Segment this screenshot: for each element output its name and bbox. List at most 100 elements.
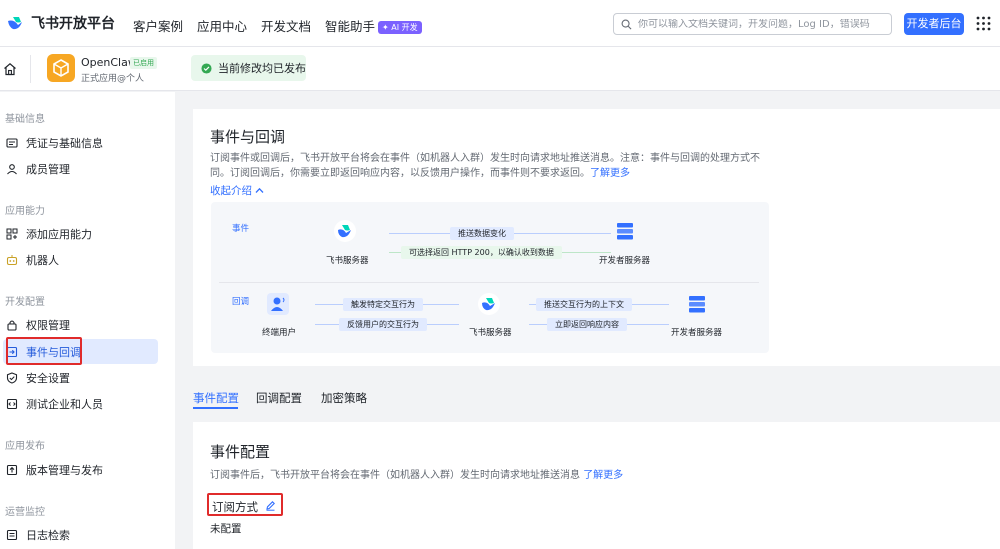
sidebar: 基础信息 凭证与基础信息 成员管理 应用能力 添加应用能力 机器人 开发配置 权…: [0, 92, 175, 549]
tab-event-config[interactable]: 事件配置: [193, 390, 239, 406]
feishu-logo-icon: [8, 17, 22, 30]
upload-icon: [6, 464, 18, 475]
nav-smart-assistant-label: 智能助手: [325, 19, 376, 34]
sidebar-item-label: 测试企业和人员: [26, 397, 103, 411]
sidebar-item-log-search[interactable]: 日志检索: [3, 522, 158, 547]
lock-icon: [7, 319, 17, 331]
trigger-action-label: 触发特定交互行为: [343, 298, 423, 311]
home-icon[interactable]: [3, 62, 17, 76]
app-type: 正式应用@个人: [81, 74, 145, 84]
event-config-description-text: 订阅事件后，飞书开放平台将会在事件（如机器人入群）发生时向请求地址推送消息: [210, 470, 580, 481]
description-line-1: 订阅事件或回调后，飞书开放平台将会在事件（如机器人入群）发生时向请求地址推送消息…: [210, 153, 760, 164]
section-title-release: 应用发布: [5, 441, 45, 452]
sidebar-item-label: 权限管理: [26, 318, 70, 332]
sidebar-item-label: 版本管理与发布: [26, 463, 103, 477]
subscription-status: 未配置: [210, 523, 242, 535]
publish-status-banner: 当前修改均已发布: [191, 55, 306, 81]
shield-icon: [6, 371, 18, 384]
push-data-change-label: 推送数据变化: [450, 227, 514, 240]
server-icon: [617, 223, 633, 240]
event-config-title: 事件配置: [210, 443, 271, 461]
sidebar-item-label: 成员管理: [26, 162, 70, 176]
feedback-action-label: 反馈用户的交互行为: [339, 318, 427, 331]
publish-status-text: 当前修改均已发布: [218, 62, 306, 75]
learn-more-link[interactable]: 了解更多: [583, 470, 623, 481]
push-context-label: 推送交互行为的上下文: [536, 298, 632, 311]
sidebar-item-label: 凭证与基础信息: [26, 136, 103, 150]
robot-icon: [6, 254, 18, 265]
tab-encryption-policy[interactable]: 加密策略: [321, 390, 367, 406]
collapse-intro-label: 收起介绍: [210, 185, 252, 197]
app-header: OpenClaw 已启用 正式应用@个人 当前修改均已发布: [0, 47, 1000, 91]
active-tab-indicator: [193, 407, 238, 409]
search-box[interactable]: [613, 13, 892, 35]
sidebar-item-security[interactable]: 安全设置: [3, 365, 158, 390]
apps-icon: [6, 228, 18, 239]
diagram-divider: [219, 282, 759, 283]
dev-server-label: 开发者服务器: [599, 256, 651, 266]
section-title-basic: 基础信息: [5, 114, 45, 125]
top-navigation-bar: 飞书开放平台 客户案例 应用中心 开发文档 智能助手✦ AI 开发 开发者后台: [0, 0, 1000, 47]
brand-name: 飞书开放平台: [31, 16, 115, 32]
learn-more-link[interactable]: 了解更多: [590, 168, 630, 179]
feishu-server-label: 飞书服务器: [469, 328, 512, 338]
section-title-dev-config: 开发配置: [5, 297, 45, 308]
feishu-server-label: 飞书服务器: [326, 256, 369, 266]
search-input[interactable]: [638, 18, 883, 30]
event-config-card: [193, 422, 1000, 549]
brand[interactable]: 飞书开放平台: [6, 13, 115, 33]
page-title: 事件与回调: [210, 128, 286, 146]
tab-callback-config[interactable]: 回调配置: [256, 390, 302, 406]
sidebar-item-test-users[interactable]: 测试企业和人员: [3, 391, 158, 416]
sidebar-item-version-release[interactable]: 版本管理与发布: [3, 457, 158, 482]
nav-customer-cases[interactable]: 客户案例: [133, 16, 183, 35]
page-description: 订阅事件或回调后，飞书开放平台将会在事件（如机器人入群）发生时向请求地址推送消息…: [210, 151, 770, 181]
sidebar-item-label: 日志检索: [26, 528, 70, 542]
event-callback-diagram: 事件 飞书服务器 推送数据变化 可选择返回 HTTP 200，以确认收到数据 开…: [211, 202, 769, 353]
sidebar-item-robot[interactable]: 机器人: [3, 247, 158, 272]
credentials-icon: [6, 137, 18, 148]
divider: [30, 55, 31, 83]
ai-badge: ✦ AI 开发: [378, 21, 422, 34]
dev-server-label: 开发者服务器: [671, 328, 723, 338]
check-circle-icon: [201, 62, 212, 74]
app-avatar: [47, 54, 75, 82]
sidebar-item-label: 安全设置: [26, 371, 70, 385]
diagram-callback-tag: 回调: [232, 297, 250, 307]
highlight-box-subscription-mode: [207, 493, 283, 516]
developer-console-button[interactable]: 开发者后台: [904, 13, 964, 35]
sidebar-item-add-capability[interactable]: 添加应用能力: [3, 221, 158, 246]
sidebar-item-members[interactable]: 成员管理: [3, 156, 158, 181]
config-tabs: 事件配置 回调配置 加密策略: [193, 378, 1000, 410]
app-name: OpenClaw: [81, 56, 137, 69]
feishu-logo-icon: [334, 220, 356, 242]
test-icon: [6, 398, 18, 409]
event-config-description: 订阅事件后，飞书开放平台将会在事件（如机器人入群）发生时向请求地址推送消息 了解…: [210, 466, 623, 481]
sidebar-item-label: 机器人: [26, 253, 59, 267]
server-icon: [689, 296, 705, 313]
section-title-monitoring: 运营监控: [5, 507, 45, 518]
description-line-2-text: 同。订阅回调后，你需要立即返回响应内容，以反馈用户操作，而事件则不要求返回。: [210, 168, 590, 179]
nav-smart-assistant[interactable]: 智能助手 ✦ AI 开发: [325, 16, 422, 35]
log-icon: [6, 529, 18, 540]
diagram-event-tag: 事件: [232, 224, 250, 234]
sidebar-item-label: 添加应用能力: [26, 227, 92, 241]
user-icon: [7, 163, 17, 174]
description-line-2: 同。订阅回调后，你需要立即返回响应内容，以反馈用户操作，而事件则不要求返回。了解…: [210, 166, 770, 181]
collapse-intro-toggle[interactable]: 收起介绍: [210, 183, 264, 198]
app-status-badge: 已启用: [130, 57, 157, 69]
optional-return-label: 可选择返回 HTTP 200，以确认收到数据: [401, 246, 562, 259]
sidebar-item-permissions[interactable]: 权限管理: [3, 312, 158, 337]
feishu-logo-icon: [478, 293, 500, 315]
highlight-box-events-sidebar: [6, 337, 82, 365]
nav-dev-docs[interactable]: 开发文档: [261, 16, 311, 35]
end-user-icon: [267, 293, 289, 315]
nav-app-center[interactable]: 应用中心: [197, 16, 247, 35]
search-icon: [621, 19, 632, 29]
app-grid-icon[interactable]: [976, 16, 991, 31]
chevron-up-icon: [255, 187, 264, 193]
end-user-label: 终端用户: [262, 328, 297, 338]
box-icon: [53, 59, 69, 77]
sidebar-item-credentials[interactable]: 凭证与基础信息: [3, 130, 158, 155]
return-immediately-label: 立即返回响应内容: [547, 318, 627, 331]
